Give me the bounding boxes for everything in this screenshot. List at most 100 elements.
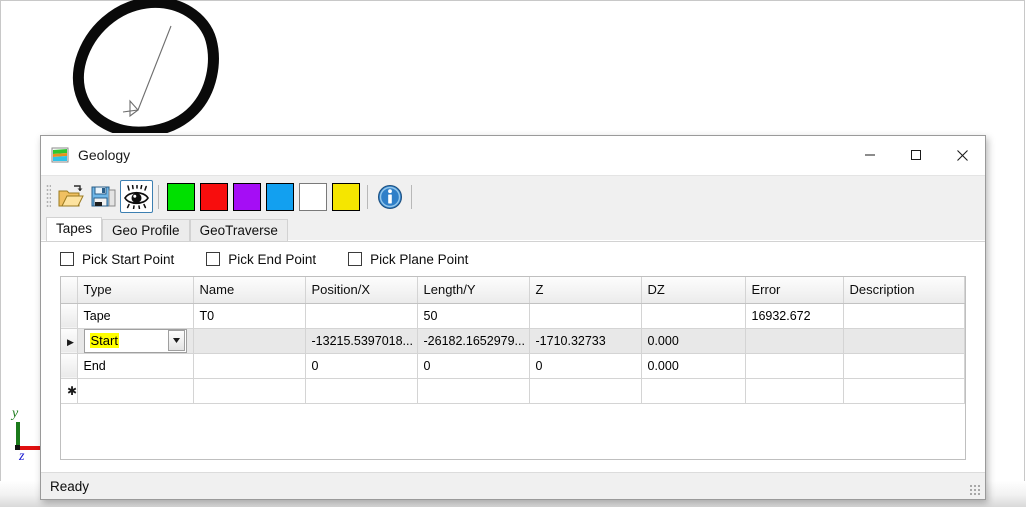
pick-end-point-checkbox[interactable]: Pick End Point <box>206 252 316 267</box>
tapes-data-grid[interactable]: Type Name Position/X Length/Y Z DZ Error… <box>60 276 966 460</box>
resize-grip-icon[interactable] <box>969 484 981 496</box>
info-button[interactable] <box>373 180 406 213</box>
cell-z[interactable] <box>529 303 641 328</box>
new-row[interactable]: ✱ <box>61 378 965 403</box>
axis-label-y: y <box>12 406 18 422</box>
minimize-icon <box>864 149 876 161</box>
column-header-z[interactable]: Z <box>529 277 641 303</box>
column-header-description[interactable]: Description <box>843 277 965 303</box>
cell-name[interactable]: T0 <box>193 303 305 328</box>
cell-dz[interactable]: 0.000 <box>641 353 745 378</box>
grid-bottom-spacer <box>41 460 985 472</box>
toolbar-drag-grip[interactable] <box>46 184 51 209</box>
tab-strip: Tapes Geo Profile GeoTraverse <box>41 217 985 241</box>
maximize-button[interactable] <box>893 136 939 174</box>
column-header-error[interactable]: Error <box>745 277 843 303</box>
table-row[interactable]: ▶ Start <box>61 328 965 353</box>
new-cell-position-x[interactable] <box>305 378 417 403</box>
cell-length-y[interactable]: -26182.1652979... <box>417 328 529 353</box>
color-blue-swatch <box>266 183 294 211</box>
color-white-swatch <box>299 183 327 211</box>
close-icon <box>956 149 969 162</box>
cell-error[interactable] <box>745 328 843 353</box>
cell-type[interactable]: End <box>77 353 193 378</box>
save-file-button[interactable] <box>87 180 120 213</box>
tab-tapes[interactable]: Tapes <box>46 217 102 241</box>
column-header-name[interactable]: Name <box>193 277 305 303</box>
column-header-dz[interactable]: DZ <box>641 277 745 303</box>
cell-dz[interactable] <box>641 303 745 328</box>
color-white-button[interactable] <box>296 180 329 213</box>
tab-geo-profile[interactable]: Geo Profile <box>102 219 190 241</box>
minimize-button[interactable] <box>847 136 893 174</box>
cell-type-value: Start <box>90 333 119 348</box>
new-cell-description[interactable] <box>843 378 965 403</box>
row-header[interactable] <box>61 303 77 328</box>
color-yellow-swatch <box>332 183 360 211</box>
cell-error[interactable] <box>745 353 843 378</box>
cell-length-y[interactable]: 0 <box>417 353 529 378</box>
open-file-button[interactable] <box>54 180 87 213</box>
cell-position-x[interactable]: 0 <box>305 353 417 378</box>
toolbar-separator-3 <box>411 185 412 209</box>
cell-z[interactable]: -1710.32733 <box>529 328 641 353</box>
color-green-button[interactable] <box>164 180 197 213</box>
grid-header-row: Type Name Position/X Length/Y Z DZ Error… <box>61 277 965 303</box>
close-button[interactable] <box>939 136 985 174</box>
column-header-position-x[interactable]: Position/X <box>305 277 417 303</box>
cell-description[interactable] <box>843 303 965 328</box>
row-header-current[interactable]: ▶ <box>61 328 77 353</box>
toggle-visibility-button[interactable] <box>120 180 153 213</box>
new-cell-dz[interactable] <box>641 378 745 403</box>
window-title: Geology <box>78 147 847 163</box>
cell-length-y[interactable]: 50 <box>417 303 529 328</box>
new-cell-z[interactable] <box>529 378 641 403</box>
cell-position-x[interactable] <box>305 303 417 328</box>
new-cell-length-y[interactable] <box>417 378 529 403</box>
new-cell-name[interactable] <box>193 378 305 403</box>
color-red-swatch <box>200 183 228 211</box>
row-header[interactable] <box>61 353 77 378</box>
pick-start-point-box <box>60 252 74 266</box>
pick-plane-point-checkbox[interactable]: Pick Plane Point <box>348 252 468 267</box>
new-cell-type[interactable] <box>77 378 193 403</box>
cell-description[interactable] <box>843 328 965 353</box>
table-row[interactable]: End 0 0 0 0.000 <box>61 353 965 378</box>
cell-name[interactable] <box>193 353 305 378</box>
grid-corner-header[interactable] <box>61 277 77 303</box>
cell-type-dropdown-button[interactable] <box>168 330 185 351</box>
geology-window: Geology <box>40 135 986 500</box>
pick-plane-point-label: Pick Plane Point <box>370 252 468 267</box>
cell-description[interactable] <box>843 353 965 378</box>
new-cell-error[interactable] <box>745 378 843 403</box>
maximize-icon <box>910 149 922 161</box>
tab-geo-traverse[interactable]: GeoTraverse <box>190 219 288 241</box>
new-row-header[interactable]: ✱ <box>61 378 77 403</box>
geology-layers-icon <box>51 146 69 164</box>
pick-start-point-checkbox[interactable]: Pick Start Point <box>60 252 174 267</box>
new-row-asterisk-icon: ✱ <box>67 384 77 398</box>
color-purple-button[interactable] <box>230 180 263 213</box>
main-toolbar <box>41 175 985 217</box>
status-bar: Ready <box>41 472 985 499</box>
table-row[interactable]: Tape T0 50 16932.672 <box>61 303 965 328</box>
toolbar-separator-2 <box>367 185 368 209</box>
status-message: Ready <box>50 479 89 494</box>
cell-type[interactable]: Tape <box>77 303 193 328</box>
column-header-type[interactable]: Type <box>77 277 193 303</box>
pick-point-options: Pick Start Point Pick End Point Pick Pla… <box>41 242 985 276</box>
cell-error[interactable]: 16932.672 <box>745 303 843 328</box>
cell-position-x[interactable]: -13215.5397018... <box>305 328 417 353</box>
tab-panel-tapes: Pick Start Point Pick End Point Pick Pla… <box>41 241 985 472</box>
color-blue-button[interactable] <box>263 180 296 213</box>
color-yellow-button[interactable] <box>329 180 362 213</box>
open-folder-icon <box>58 185 84 209</box>
cell-type-editor[interactable]: Start <box>77 328 193 353</box>
cell-type-editing-text: Start <box>85 333 168 348</box>
cell-dz[interactable]: 0.000 <box>641 328 745 353</box>
column-header-length-y[interactable]: Length/Y <box>417 277 529 303</box>
color-red-button[interactable] <box>197 180 230 213</box>
cell-z[interactable]: 0 <box>529 353 641 378</box>
cell-name[interactable] <box>193 328 305 353</box>
chevron-down-icon <box>173 338 180 343</box>
